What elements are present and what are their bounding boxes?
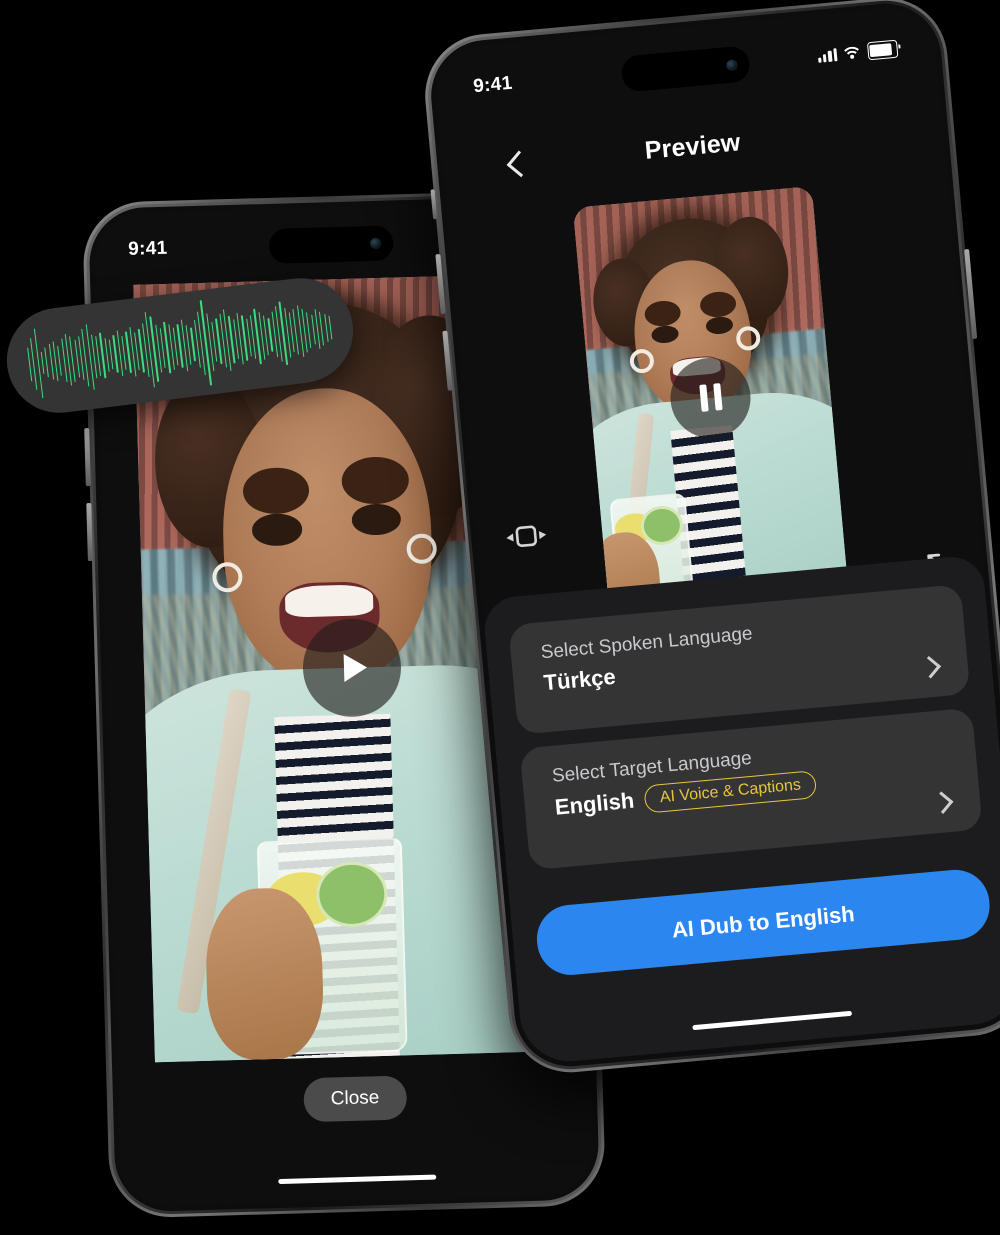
navigation-bar: Preview — [441, 110, 945, 201]
battery-icon — [866, 39, 899, 61]
spoken-language-label: Select Spoken Language — [539, 623, 754, 664]
waveform-bar — [57, 345, 63, 376]
back-phone-volume-down[interactable] — [86, 502, 93, 562]
front-phone-inner-bezel: 9:41 Preview Select Spoken Language Türk… — [426, 0, 1000, 1072]
rotate-fit-icon[interactable] — [501, 516, 552, 556]
front-status-time: 9:41 — [472, 72, 514, 98]
front-camera-icon — [725, 58, 738, 71]
front-video-player[interactable] — [572, 185, 850, 626]
mockup-stage: 9:41 Close 9:41 Preview Select Spoken La… — [0, 0, 1000, 1235]
pause-icon — [698, 383, 723, 413]
front-camera-icon — [370, 237, 382, 250]
back-home-indicator[interactable] — [278, 1174, 437, 1185]
preview-screen: 9:41 Preview Select Spoken Language Türk… — [432, 4, 1000, 1066]
cellular-bars-icon — [817, 47, 838, 63]
wifi-icon — [841, 45, 864, 69]
target-language-card[interactable]: Select Target Language English AI Voice … — [519, 707, 983, 871]
target-language-value: English — [553, 787, 636, 820]
close-button[interactable]: Close — [303, 1075, 407, 1123]
page-title: Preview — [643, 128, 742, 165]
waveform-bar — [40, 351, 45, 374]
chevron-right-icon[interactable] — [918, 655, 942, 679]
front-phone-screen: 9:41 Preview Select Spoken Language Türk… — [431, 4, 1000, 1066]
front-dynamic-island — [620, 45, 751, 93]
waveform-bar — [328, 315, 333, 340]
back-dynamic-island — [268, 225, 394, 264]
waveform-bar — [323, 313, 329, 342]
waveform-bar — [44, 346, 50, 377]
options-sheet: Select Spoken Language Türkçe Select Tar… — [481, 554, 1000, 1066]
spoken-language-card[interactable]: Select Spoken Language Türkçe — [508, 584, 971, 735]
chevron-right-icon[interactable] — [930, 791, 954, 814]
ai-dub-button[interactable]: AI Dub to English — [534, 866, 993, 978]
spoken-language-value: Türkçe — [542, 663, 617, 696]
back-status-time: 9:41 — [127, 237, 168, 260]
back-phone-volume-up[interactable] — [84, 428, 91, 487]
front-status-icons — [817, 39, 899, 69]
spoken-language-row: Türkçe — [543, 664, 617, 696]
play-icon — [343, 653, 367, 682]
front-phone-device: 9:41 Preview Select Spoken Language Türk… — [419, 0, 1000, 1078]
